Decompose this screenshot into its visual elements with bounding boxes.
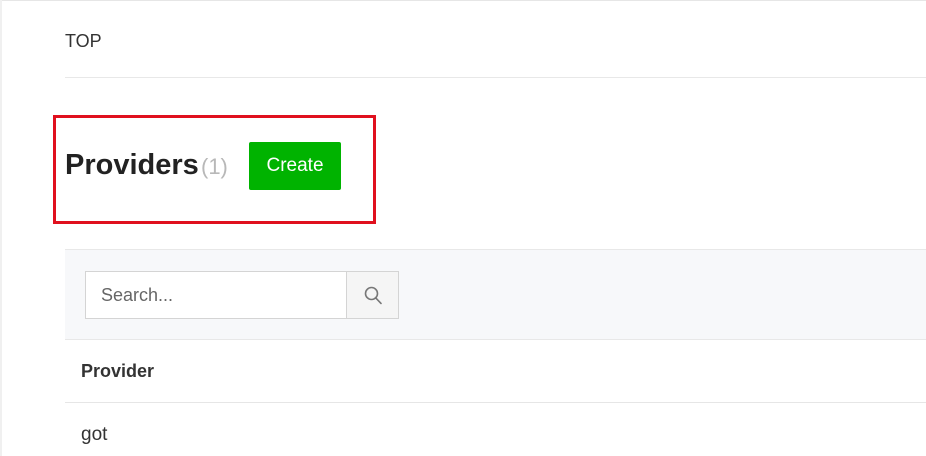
search-input[interactable] <box>85 271 347 319</box>
table-row[interactable]: got <box>65 403 926 456</box>
provider-name-cell[interactable]: got <box>81 424 107 446</box>
breadcrumb: TOP <box>65 0 926 78</box>
breadcrumb-top-link[interactable]: TOP <box>65 31 102 52</box>
search-toolbar <box>65 249 926 340</box>
left-rail-divider <box>0 0 2 456</box>
column-header-provider[interactable]: Provider <box>81 361 154 382</box>
table-header: Provider <box>65 340 926 403</box>
search-icon <box>364 286 382 305</box>
create-button[interactable]: Create <box>249 142 341 190</box>
provider-count: (1) <box>201 154 228 179</box>
page: TOP Providers (1) Create Provider got <box>0 0 926 456</box>
page-title: Providers <box>65 149 199 181</box>
search-button[interactable] <box>346 271 399 319</box>
